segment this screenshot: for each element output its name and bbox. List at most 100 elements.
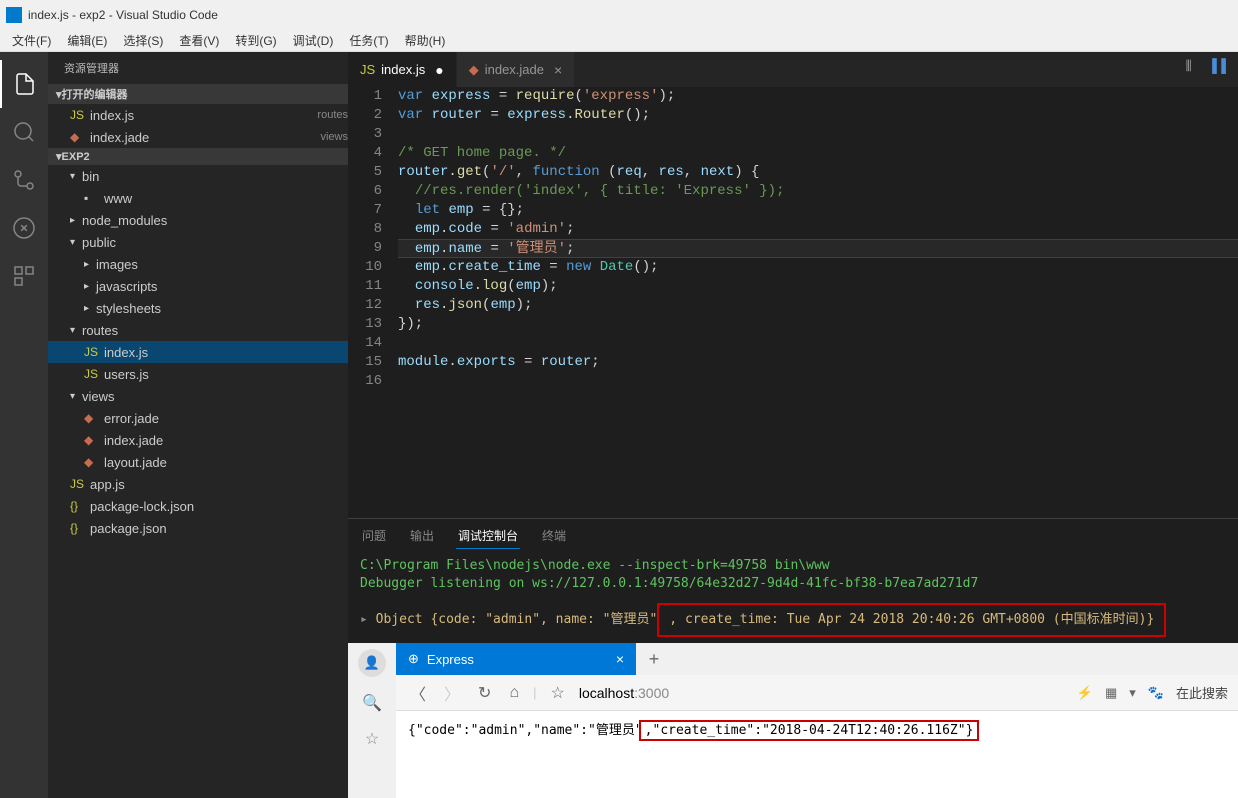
open-editor-item[interactable]: JSindex.jsroutes xyxy=(48,104,348,126)
panel-tabs: 问题 输出 调试控制台 终端 xyxy=(348,519,1238,553)
browser-search-icon[interactable]: 🔍 xyxy=(362,693,382,713)
dropdown-icon[interactable]: ▾ xyxy=(1129,685,1136,701)
folder-item[interactable]: ▾views xyxy=(48,385,348,407)
avatar-icon[interactable]: 👤 xyxy=(358,649,386,677)
split-editor-icon[interactable]: ⫼ xyxy=(1182,56,1196,76)
menu-edit[interactable]: 编辑(E) xyxy=(59,30,115,51)
code-line[interactable]: let emp = {}; xyxy=(398,201,1238,220)
line-number: 1 xyxy=(348,87,382,106)
code-line[interactable]: //res.render('index', { title: 'Express'… xyxy=(398,182,1238,201)
workspace-header[interactable]: ▾ EXP2 xyxy=(48,148,348,165)
menu-view[interactable]: 查看(V) xyxy=(171,30,227,51)
file-icon: {} xyxy=(70,521,86,535)
folder-item[interactable]: ▾public xyxy=(48,231,348,253)
file-name: index.js xyxy=(90,108,313,123)
file-item[interactable]: JSapp.js xyxy=(48,473,348,495)
line-number: 4 xyxy=(348,144,382,163)
editor-tab[interactable]: JSindex.js● xyxy=(348,52,457,87)
file-item[interactable]: ◆error.jade xyxy=(48,407,348,429)
extensions-icon[interactable] xyxy=(0,252,48,300)
file-item[interactable]: ▪www xyxy=(48,187,348,209)
file-item[interactable]: {}package.json xyxy=(48,517,348,539)
code-line[interactable]: /* GET home page. */ xyxy=(398,144,1238,163)
back-icon[interactable]: 〈 xyxy=(406,679,430,707)
file-item[interactable]: ◆layout.jade xyxy=(48,451,348,473)
line-number: 3 xyxy=(348,125,382,144)
panel-tab-terminal[interactable]: 终端 xyxy=(540,523,568,549)
code-line[interactable]: }); xyxy=(398,315,1238,334)
code-line[interactable] xyxy=(398,125,1238,144)
forward-icon[interactable]: 〉 xyxy=(440,679,464,707)
code-line[interactable]: console.log(emp); xyxy=(398,277,1238,296)
qr-icon[interactable]: ▦ xyxy=(1105,685,1117,701)
menubar: 文件(F) 编辑(E) 选择(S) 查看(V) 转到(G) 调试(D) 任务(T… xyxy=(0,30,1238,52)
panel-tab-problems[interactable]: 问题 xyxy=(360,523,388,549)
code-line[interactable]: emp.name = '管理员'; xyxy=(398,239,1238,258)
highlighted-create-time: , create_time: Tue Apr 24 2018 20:40:26 … xyxy=(657,603,1166,637)
code-line[interactable]: var router = express.Router(); xyxy=(398,106,1238,125)
folder-item[interactable]: ▸stylesheets xyxy=(48,297,348,319)
close-icon[interactable]: × xyxy=(554,62,562,78)
menu-tasks[interactable]: 任务(T) xyxy=(341,30,396,51)
code-line[interactable]: var express = require('express'); xyxy=(398,87,1238,106)
explorer-icon[interactable] xyxy=(0,60,48,108)
debug-icon[interactable] xyxy=(0,204,48,252)
editor-tab[interactable]: ◆index.jade× xyxy=(457,52,575,87)
code-line[interactable]: res.json(emp); xyxy=(398,296,1238,315)
code-line[interactable]: emp.code = 'admin'; xyxy=(398,220,1238,239)
file-item[interactable]: ◆index.jade xyxy=(48,429,348,451)
menu-goto[interactable]: 转到(G) xyxy=(227,30,284,51)
folder-name: images xyxy=(96,257,348,272)
folder-item[interactable]: ▾routes xyxy=(48,319,348,341)
menu-file[interactable]: 文件(F) xyxy=(4,30,59,51)
chevron-icon: ▾ xyxy=(70,391,82,402)
json-response-prefix: {"code":"admin","name":"管理员" xyxy=(408,723,643,738)
code-content[interactable]: var express = require('express');var rou… xyxy=(398,87,1238,518)
panel-tab-output[interactable]: 输出 xyxy=(408,523,436,549)
sidebar-title: 资源管理器 xyxy=(48,52,348,84)
menu-help[interactable]: 帮助(H) xyxy=(397,30,454,51)
search-icon[interactable] xyxy=(0,108,48,156)
open-editors-header[interactable]: ▾ 打开的编辑器 xyxy=(48,84,348,104)
folder-item[interactable]: ▸images xyxy=(48,253,348,275)
file-name: layout.jade xyxy=(104,455,348,470)
folder-item[interactable]: ▸node_modules xyxy=(48,209,348,231)
line-number: 6 xyxy=(348,182,382,201)
file-item[interactable]: JSusers.js xyxy=(48,363,348,385)
open-editors-list: JSindex.jsroutes◆index.jadeviews xyxy=(48,104,348,148)
lightning-icon[interactable]: ⚡ xyxy=(1077,685,1093,701)
star-icon[interactable]: ☆ xyxy=(547,681,569,705)
folder-item[interactable]: ▸javascripts xyxy=(48,275,348,297)
line-number: 14 xyxy=(348,334,382,353)
code-line[interactable]: router.get('/', function (req, res, next… xyxy=(398,163,1238,182)
code-line[interactable] xyxy=(398,372,1238,391)
file-item[interactable]: JSindex.js xyxy=(48,341,348,363)
open-editor-item[interactable]: ◆index.jadeviews xyxy=(48,126,348,148)
menu-select[interactable]: 选择(S) xyxy=(115,30,171,51)
chevron-icon: ▸ xyxy=(84,281,96,292)
folder-item[interactable]: ▾bin xyxy=(48,165,348,187)
file-item[interactable]: {}package-lock.json xyxy=(48,495,348,517)
file-icon: ▪ xyxy=(84,191,100,205)
browser-favorite-icon[interactable]: ☆ xyxy=(365,729,379,749)
code-line[interactable]: module.exports = router; xyxy=(398,353,1238,372)
menu-debug[interactable]: 调试(D) xyxy=(285,30,342,51)
pause-icon[interactable]: ▐▐ xyxy=(1204,56,1230,76)
refresh-icon[interactable]: ↻ xyxy=(474,681,495,705)
dirty-indicator: ● xyxy=(435,62,443,78)
vscode-icon xyxy=(6,7,22,23)
url-bar[interactable]: localhost:3000 xyxy=(579,685,1067,701)
browser-content: {"code":"admin","name":"管理员","create_tim… xyxy=(396,711,1238,798)
code-line[interactable] xyxy=(398,334,1238,353)
file-name: index.jade xyxy=(104,433,348,448)
browser-tab[interactable]: ⊕ Express × xyxy=(396,643,636,675)
home-icon[interactable]: ⌂ xyxy=(505,682,523,704)
new-tab-button[interactable]: + xyxy=(636,643,672,675)
search-label[interactable]: 在此搜索 xyxy=(1176,683,1228,702)
panel-tab-debug[interactable]: 调试控制台 xyxy=(456,523,520,549)
code-editor[interactable]: 12345678910111213141516 var express = re… xyxy=(348,87,1238,518)
folder-name: stylesheets xyxy=(96,301,348,316)
scm-icon[interactable] xyxy=(0,156,48,204)
tab-close-icon[interactable]: × xyxy=(616,651,624,667)
code-line[interactable]: emp.create_time = new Date(); xyxy=(398,258,1238,277)
